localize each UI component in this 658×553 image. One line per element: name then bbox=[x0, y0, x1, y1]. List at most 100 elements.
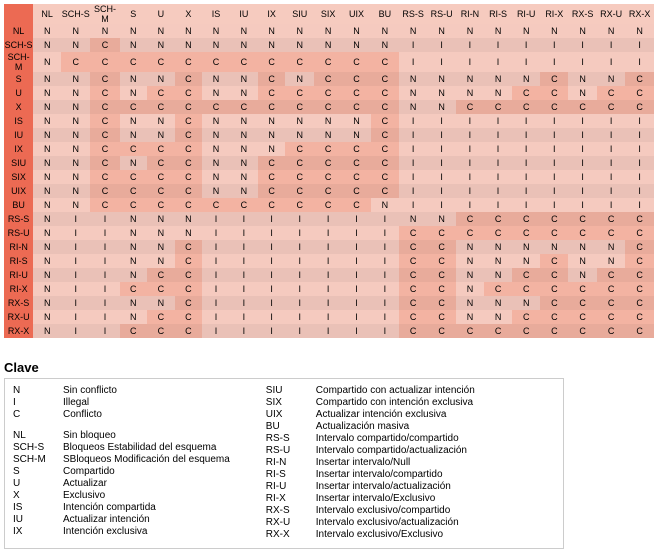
matrix-cell: I bbox=[512, 128, 540, 142]
matrix-cell: C bbox=[625, 324, 654, 338]
matrix-cell: I bbox=[625, 156, 654, 170]
matrix-cell: I bbox=[625, 198, 654, 212]
matrix-cell: I bbox=[202, 226, 230, 240]
matrix-cell: I bbox=[90, 282, 119, 296]
matrix-cell: C bbox=[625, 212, 654, 226]
matrix-cell: C bbox=[540, 212, 568, 226]
matrix-cell: C bbox=[512, 226, 540, 240]
matrix-cell: C bbox=[90, 128, 119, 142]
matrix-cell: C bbox=[147, 282, 175, 296]
col-header: SIX bbox=[314, 4, 342, 24]
matrix-cell: N bbox=[202, 24, 230, 38]
matrix-cell: I bbox=[202, 296, 230, 310]
matrix-cell: I bbox=[61, 226, 90, 240]
matrix-cell: I bbox=[427, 128, 455, 142]
matrix-cell: C bbox=[285, 52, 313, 72]
matrix-cell: C bbox=[625, 282, 654, 296]
matrix-cell: C bbox=[597, 226, 625, 240]
matrix-cell: N bbox=[568, 72, 596, 86]
matrix-cell: I bbox=[399, 38, 427, 52]
matrix-cell: C bbox=[427, 268, 455, 282]
matrix-cell: C bbox=[258, 52, 286, 72]
row-header: RI-X bbox=[4, 282, 33, 296]
matrix-cell: N bbox=[61, 72, 90, 86]
row-header: SIU bbox=[4, 156, 33, 170]
matrix-cell: N bbox=[230, 142, 258, 156]
matrix-cell: C bbox=[597, 86, 625, 100]
matrix-cell: C bbox=[399, 296, 427, 310]
matrix-cell: N bbox=[568, 86, 596, 100]
matrix-cell: I bbox=[399, 170, 427, 184]
matrix-cell: C bbox=[285, 86, 313, 100]
matrix-cell: I bbox=[61, 324, 90, 338]
matrix-cell: N bbox=[202, 72, 230, 86]
matrix-cell: N bbox=[33, 24, 61, 38]
matrix-cell: I bbox=[399, 184, 427, 198]
matrix-cell: N bbox=[61, 184, 90, 198]
matrix-cell: I bbox=[202, 282, 230, 296]
matrix-cell: I bbox=[625, 170, 654, 184]
matrix-cell: I bbox=[540, 156, 568, 170]
matrix-cell: N bbox=[33, 282, 61, 296]
legend-desc: Conflicto bbox=[63, 409, 230, 420]
matrix-cell: N bbox=[258, 142, 286, 156]
matrix-cell: N bbox=[33, 52, 61, 72]
matrix-cell: N bbox=[202, 114, 230, 128]
matrix-cell: C bbox=[540, 324, 568, 338]
matrix-cell: I bbox=[342, 310, 370, 324]
matrix-cell: I bbox=[540, 184, 568, 198]
matrix-cell: I bbox=[285, 296, 313, 310]
matrix-cell: N bbox=[33, 128, 61, 142]
matrix-cell: C bbox=[258, 156, 286, 170]
matrix-cell: I bbox=[90, 268, 119, 282]
matrix-cell: C bbox=[625, 226, 654, 240]
matrix-cell: C bbox=[342, 184, 370, 198]
matrix-cell: C bbox=[512, 324, 540, 338]
matrix-cell: C bbox=[371, 52, 399, 72]
matrix-cell: C bbox=[371, 100, 399, 114]
matrix-cell: C bbox=[314, 184, 342, 198]
matrix-cell: N bbox=[33, 198, 61, 212]
matrix-cell: I bbox=[371, 324, 399, 338]
matrix-cell: I bbox=[568, 52, 596, 72]
matrix-cell: I bbox=[230, 254, 258, 268]
legend-desc: Bloqueos Estabilidad del esquema bbox=[63, 442, 230, 453]
matrix-cell: I bbox=[568, 198, 596, 212]
matrix-cell: I bbox=[90, 296, 119, 310]
legend-desc: Intención exclusiva bbox=[63, 526, 230, 537]
matrix-cell: I bbox=[484, 38, 512, 52]
matrix-cell: C bbox=[314, 156, 342, 170]
matrix-cell: I bbox=[484, 198, 512, 212]
matrix-cell: N bbox=[512, 240, 540, 254]
matrix-cell: C bbox=[147, 142, 175, 156]
matrix-cell: I bbox=[285, 226, 313, 240]
matrix-cell: N bbox=[540, 240, 568, 254]
matrix-cell: C bbox=[427, 324, 455, 338]
matrix-cell: N bbox=[568, 240, 596, 254]
col-header: U bbox=[147, 4, 175, 24]
matrix-cell: N bbox=[597, 254, 625, 268]
matrix-cell: C bbox=[456, 212, 484, 226]
matrix-cell: C bbox=[202, 198, 230, 212]
matrix-cell: I bbox=[512, 198, 540, 212]
matrix-cell: I bbox=[484, 170, 512, 184]
matrix-cell: N bbox=[33, 156, 61, 170]
matrix-cell: I bbox=[258, 324, 286, 338]
legend-desc: Actualizar intención exclusiva bbox=[316, 409, 475, 420]
legend-code: RI-N bbox=[266, 457, 310, 468]
matrix-cell: I bbox=[568, 170, 596, 184]
matrix-cell: I bbox=[512, 114, 540, 128]
matrix-cell: C bbox=[484, 282, 512, 296]
matrix-cell: I bbox=[399, 198, 427, 212]
legend-code: SCH-S bbox=[13, 442, 57, 453]
matrix-cell: C bbox=[568, 226, 596, 240]
matrix-cell: N bbox=[484, 72, 512, 86]
matrix-cell: I bbox=[314, 296, 342, 310]
matrix-cell: N bbox=[258, 128, 286, 142]
legend-code: RI-X bbox=[266, 493, 310, 504]
matrix-cell: I bbox=[202, 268, 230, 282]
matrix-cell: I bbox=[258, 282, 286, 296]
legend-desc: Intervalo exclusivo/actualización bbox=[316, 517, 475, 528]
matrix-cell: C bbox=[540, 296, 568, 310]
matrix-cell: N bbox=[33, 212, 61, 226]
